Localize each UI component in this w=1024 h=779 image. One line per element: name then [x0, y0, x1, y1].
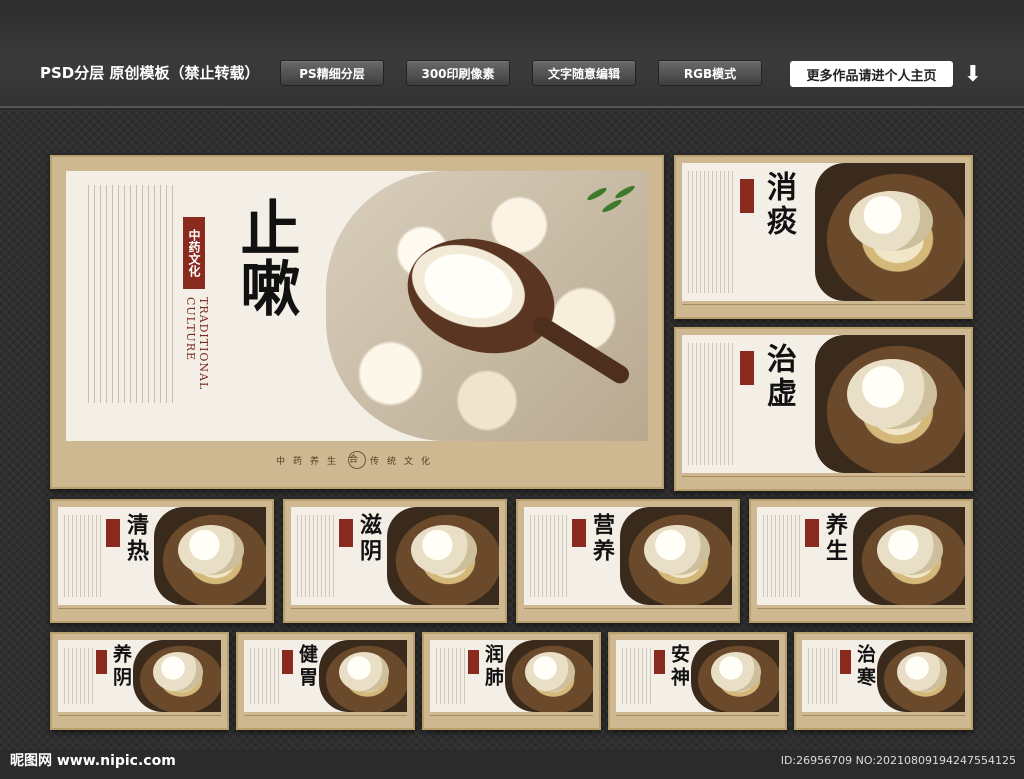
- seal-icon: [805, 519, 819, 547]
- lily-slices-image: [897, 652, 947, 692]
- image-id-text: ID:26956709 NO:20210809194247554125: [780, 754, 1016, 767]
- lily-slices-image: [178, 525, 244, 575]
- lily-slices-image: [877, 525, 943, 575]
- panel-heading: 清热: [123, 513, 149, 565]
- body-text-column: [688, 171, 734, 293]
- lily-slices-image: [847, 359, 937, 429]
- body-text-column: [436, 648, 468, 704]
- panel-card: 清热: [50, 499, 274, 623]
- body-text-column: [250, 648, 282, 704]
- seal-icon: [282, 650, 293, 674]
- footer-char: 生: [326, 456, 344, 467]
- panel-card: 养生: [749, 499, 973, 623]
- panel-heading: 润肺: [482, 644, 504, 690]
- down-arrow-icon[interactable]: ⬇: [962, 62, 984, 88]
- panel-heading: 健胃: [296, 644, 318, 690]
- main-heading: 止嗽: [230, 197, 300, 317]
- body-text-column: [530, 515, 570, 597]
- panel-heading: 滋阴: [356, 513, 382, 565]
- seal-icon: [654, 650, 665, 674]
- seal-icon: [572, 519, 586, 547]
- template-title: PSD分层 原创模板（禁止转载）: [40, 64, 260, 82]
- panel-card: 治虚: [674, 327, 973, 491]
- footer-char: 药: [292, 456, 310, 467]
- seal-icon: [468, 650, 479, 674]
- lily-slices-image: [849, 191, 933, 251]
- seal-icon: [339, 519, 353, 547]
- footer-char: 文: [404, 456, 422, 467]
- pill-rgb-mode: RGB模式: [658, 60, 762, 86]
- footer-char: 统: [387, 456, 405, 467]
- panel-card: 消痰: [674, 155, 973, 319]
- panel-card: 养阴: [50, 632, 229, 730]
- site-watermark[interactable]: 昵图网 www.nipic.com: [10, 750, 176, 770]
- body-text-column: [88, 185, 176, 403]
- body-text-column: [688, 343, 734, 465]
- panel-heading: 消痰: [761, 171, 796, 239]
- pill-ps-layers: PS精细分层: [280, 60, 384, 86]
- lily-slices-image: [711, 652, 761, 692]
- panel-heading: 治虚: [761, 343, 796, 411]
- body-text-column: [808, 648, 840, 704]
- footer-seal: 合: [348, 451, 366, 469]
- lily-slices-image: [411, 525, 477, 575]
- panel-card: 健胃: [236, 632, 415, 730]
- panel-heading: 营养: [589, 513, 615, 565]
- body-text-column: [763, 515, 803, 597]
- top-banner: PSD分层 原创模板（禁止转载） PS精细分层 300印刷像素 文字随意编辑 R…: [0, 0, 1024, 108]
- lily-slices-image: [153, 652, 203, 692]
- body-text-column: [297, 515, 337, 597]
- body-text-column: [64, 515, 104, 597]
- lily-slices-image: [339, 652, 389, 692]
- footer-char: 中: [275, 456, 293, 467]
- seal-icon: [106, 519, 120, 547]
- panel-heading: 治寒: [854, 644, 876, 690]
- more-works-button[interactable]: 更多作品请进个人主页: [790, 61, 953, 87]
- lily-slices-image: [525, 652, 575, 692]
- seal-icon: [740, 179, 754, 213]
- panel-card: 营养: [516, 499, 740, 623]
- seal-icon: [840, 650, 851, 674]
- panel-card: 安神: [608, 632, 787, 730]
- tcm-culture-badge: 中药文化: [183, 217, 205, 289]
- panel-heading: 养生: [822, 513, 848, 565]
- pill-editable-text: 文字随意编辑: [532, 60, 636, 86]
- panel-card: 滋阴: [283, 499, 507, 623]
- footer-char: 化: [421, 456, 439, 467]
- main-panel: 中药文化 TRADITIONAL CULTURE 止嗽 中 药 养 生 合 传 …: [50, 155, 664, 489]
- seal-icon: [96, 650, 107, 674]
- panel-card: 润肺: [422, 632, 601, 730]
- pill-print-pixels: 300印刷像素: [406, 60, 510, 86]
- main-panel-inner: 中药文化 TRADITIONAL CULTURE 止嗽: [66, 171, 648, 441]
- panel-heading: 安神: [668, 644, 690, 690]
- panel-heading: 养阴: [110, 644, 132, 690]
- lily-slices-image: [644, 525, 710, 575]
- traditional-culture-label: TRADITIONAL CULTURE: [184, 297, 210, 391]
- panel-card: 治寒: [794, 632, 973, 730]
- main-footer-line: 中 药 养 生 合 传 统 文 化: [66, 447, 648, 473]
- body-text-column: [64, 648, 96, 704]
- footer-char: 养: [309, 456, 327, 467]
- footer-char: 传: [370, 456, 388, 467]
- seal-icon: [740, 351, 754, 385]
- body-text-column: [622, 648, 654, 704]
